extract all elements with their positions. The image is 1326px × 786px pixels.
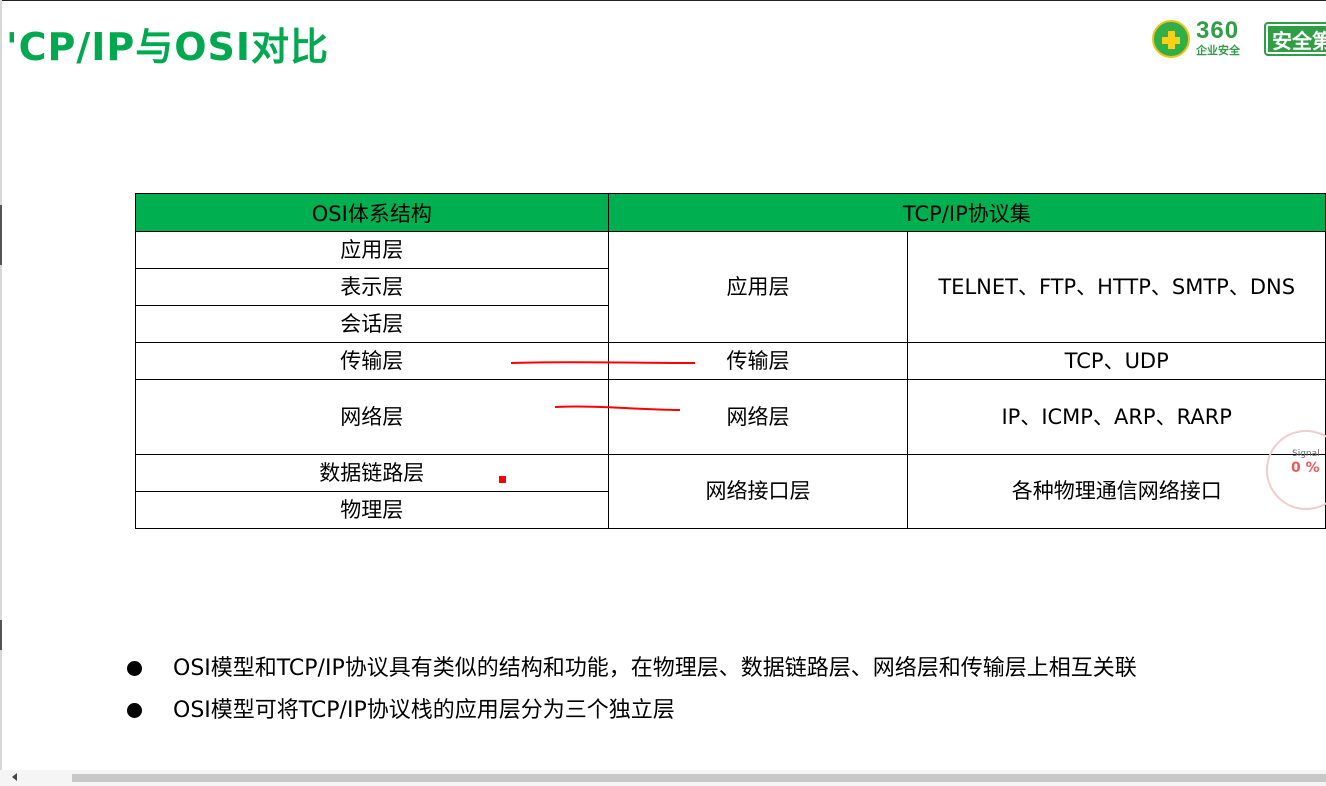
scrollbar-thumb[interactable]	[72, 774, 1326, 782]
bullet-dot-icon	[127, 661, 142, 676]
signal-value: 0 %	[1291, 460, 1320, 476]
summary-bullets: OSI模型和TCP/IP协议具有类似的结构和功能，在物理层、数据链路层、网络层和…	[126, 654, 1246, 738]
bullet-item: OSI模型可将TCP/IP协议栈的应用层分为三个独立层	[126, 696, 1246, 726]
bullet-text: OSI模型和TCP/IP协议具有类似的结构和功能，在物理层、数据链路层、网络层和…	[173, 656, 1137, 681]
annotation-stroke-network	[554, 405, 681, 411]
scroll-left-icon[interactable]	[12, 773, 17, 781]
bullet-dot-icon	[127, 703, 142, 718]
signal-label: Signal	[1292, 449, 1320, 459]
annotation-stroke-transport	[510, 361, 696, 364]
annotation-dot	[499, 476, 506, 483]
bullet-item: OSI模型和TCP/IP协议具有类似的结构和功能，在物理层、数据链路层、网络层和…	[126, 654, 1246, 684]
horizontal-scrollbar[interactable]	[0, 770, 1326, 786]
signal-widget[interactable]: Signal 0 %	[1266, 430, 1326, 510]
bullet-text: OSI模型可将TCP/IP协议栈的应用层分为三个独立层	[173, 698, 675, 723]
